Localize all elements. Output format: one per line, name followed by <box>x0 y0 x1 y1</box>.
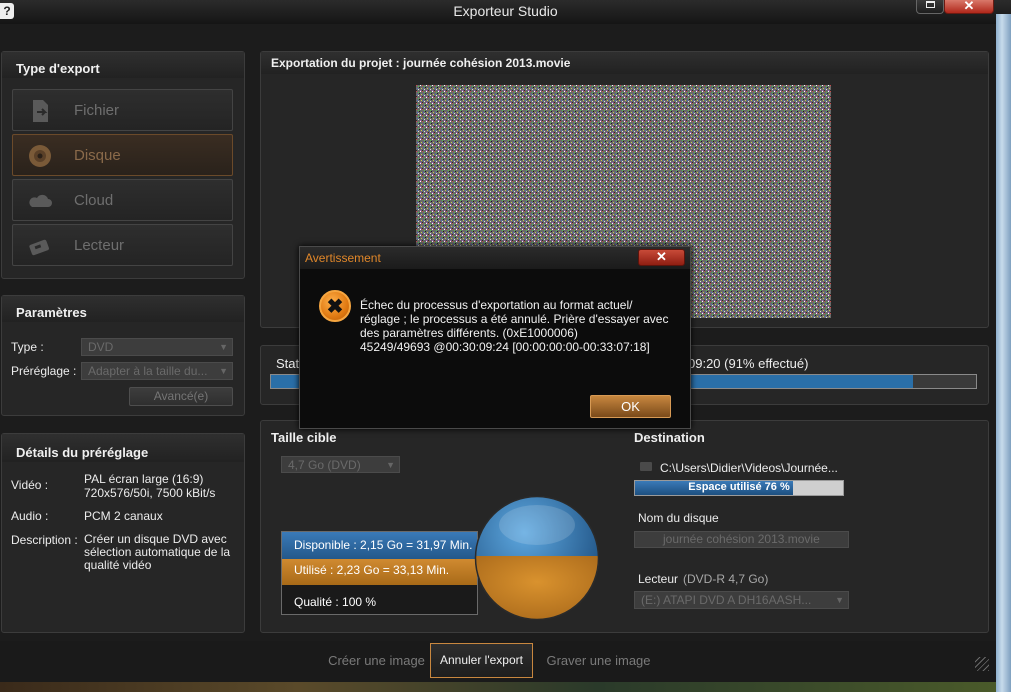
preset-label: Préréglage : <box>11 364 77 378</box>
chevron-down-icon: ▼ <box>219 366 228 376</box>
chevron-down-icon: ▼ <box>219 342 228 352</box>
available-text: Disponible : 2,15 Go = 31,97 Min. <box>294 538 473 552</box>
dialog-message: Échec du processus d'exportation au form… <box>360 298 680 354</box>
maximize-icon <box>926 1 935 8</box>
destination-path[interactable]: C:\Users\Didier\Videos\Journée... <box>660 461 838 475</box>
export-lecteur-label: Lecteur <box>74 237 125 254</box>
disc-icon <box>29 145 51 167</box>
dialog-message-line: Échec du processus d'exportation au form… <box>360 298 633 312</box>
description-value: Créer un disque DVD avec sélection autom… <box>84 532 231 572</box>
export-cloud-label: Cloud <box>74 192 114 209</box>
export-cloud-button[interactable]: Cloud <box>12 179 233 221</box>
drive-select-value: (E:) ATAPI DVD A DH16AASH... <box>641 593 812 607</box>
disc-name-label: Nom du disque <box>638 511 719 525</box>
export-disque-button[interactable]: Disque <box>12 134 233 176</box>
dialog-message-line: réglage ; le processus a été annulé. Pri… <box>360 312 669 326</box>
dialog-message-line: des paramètres différents. (0xE1000006) <box>360 326 578 340</box>
target-header: Taille cible <box>271 430 337 445</box>
video-label: Vidéo : <box>11 478 49 492</box>
device-icon <box>29 239 49 256</box>
target-size-value: 4,7 Go (DVD) <box>288 458 361 472</box>
file-export-icon <box>33 100 48 122</box>
capacity-gauge <box>474 495 600 621</box>
quality-text: Qualité : 100 % <box>294 595 377 609</box>
background-strip <box>0 682 996 692</box>
advanced-button[interactable]: Avancé(e) <box>129 387 233 406</box>
dialog-title: Avertissement <box>300 247 690 269</box>
drive-label: Lecteur <box>638 572 679 586</box>
preset-details-header: Détails du préréglage <box>2 434 244 462</box>
ok-button[interactable]: OK <box>590 395 671 418</box>
params-header: Paramètres <box>2 296 244 322</box>
chevron-down-icon: ▼ <box>386 460 395 470</box>
window-close-button[interactable]: ✕ <box>944 0 994 14</box>
used-text: Utilisé : 2,23 Go = 33,13 Min. <box>294 563 450 577</box>
window-title: Exporteur Studio <box>453 3 558 19</box>
status-text: 09:20 (91% effectué) <box>688 356 809 371</box>
export-type-header: Type d'export <box>2 52 244 78</box>
audio-label: Audio : <box>11 509 49 523</box>
dialog-message-line: 45249/49693 @00:30:09:24 [00:00:00:00-00… <box>360 340 650 354</box>
space-used-text: Espace utilisé 76 % <box>688 481 790 493</box>
description-label: Description : <box>11 533 78 547</box>
status-label: Stat <box>276 356 300 371</box>
audio-value: PCM 2 canaux <box>84 509 163 523</box>
cloud-icon <box>29 194 52 207</box>
target-size-select[interactable]: 4,7 Go (DVD) ▼ <box>281 456 400 473</box>
export-lecteur-button[interactable]: Lecteur <box>12 224 233 266</box>
resize-grip-icon[interactable] <box>975 657 989 671</box>
export-disque-label: Disque <box>74 147 121 164</box>
drive-type: (DVD-R 4,7 Go) <box>683 572 769 586</box>
error-icon: ✖ <box>319 290 351 322</box>
chevron-down-icon: ▼ <box>835 595 844 605</box>
create-image-button[interactable]: Créer une image <box>326 644 427 677</box>
dialog-close-button[interactable]: ✕ <box>638 249 685 266</box>
burn-image-button[interactable]: Graver une image <box>538 644 659 677</box>
type-select[interactable]: DVD ▼ <box>81 338 233 356</box>
project-header: Exportation du projet : journée cohésion… <box>261 52 988 74</box>
maximize-button[interactable] <box>916 0 944 14</box>
preset-select[interactable]: Adapter à la taille du... ▼ <box>81 362 233 380</box>
preset-select-value: Adapter à la taille du... <box>88 364 208 378</box>
export-fichier-label: Fichier <box>74 102 120 119</box>
cancel-export-button[interactable]: Annuler l'export <box>430 643 533 678</box>
warning-dialog: Avertissement ✕ ✖ Échec du processus d'e… <box>299 246 691 429</box>
export-fichier-button[interactable]: Fichier <box>12 89 233 131</box>
drive-select[interactable]: (E:) ATAPI DVD A DH16AASH... ▼ <box>634 591 849 609</box>
disc-name-input[interactable]: journée cohésion 2013.movie <box>634 531 849 548</box>
video-value: PAL écran large (16:9) 720x576/50i, 7500… <box>84 472 216 500</box>
window-frame <box>996 14 1011 692</box>
type-label: Type : <box>11 340 44 354</box>
type-select-value: DVD <box>88 340 114 354</box>
destination-header: Destination <box>634 430 705 445</box>
folder-icon[interactable] <box>640 462 652 471</box>
